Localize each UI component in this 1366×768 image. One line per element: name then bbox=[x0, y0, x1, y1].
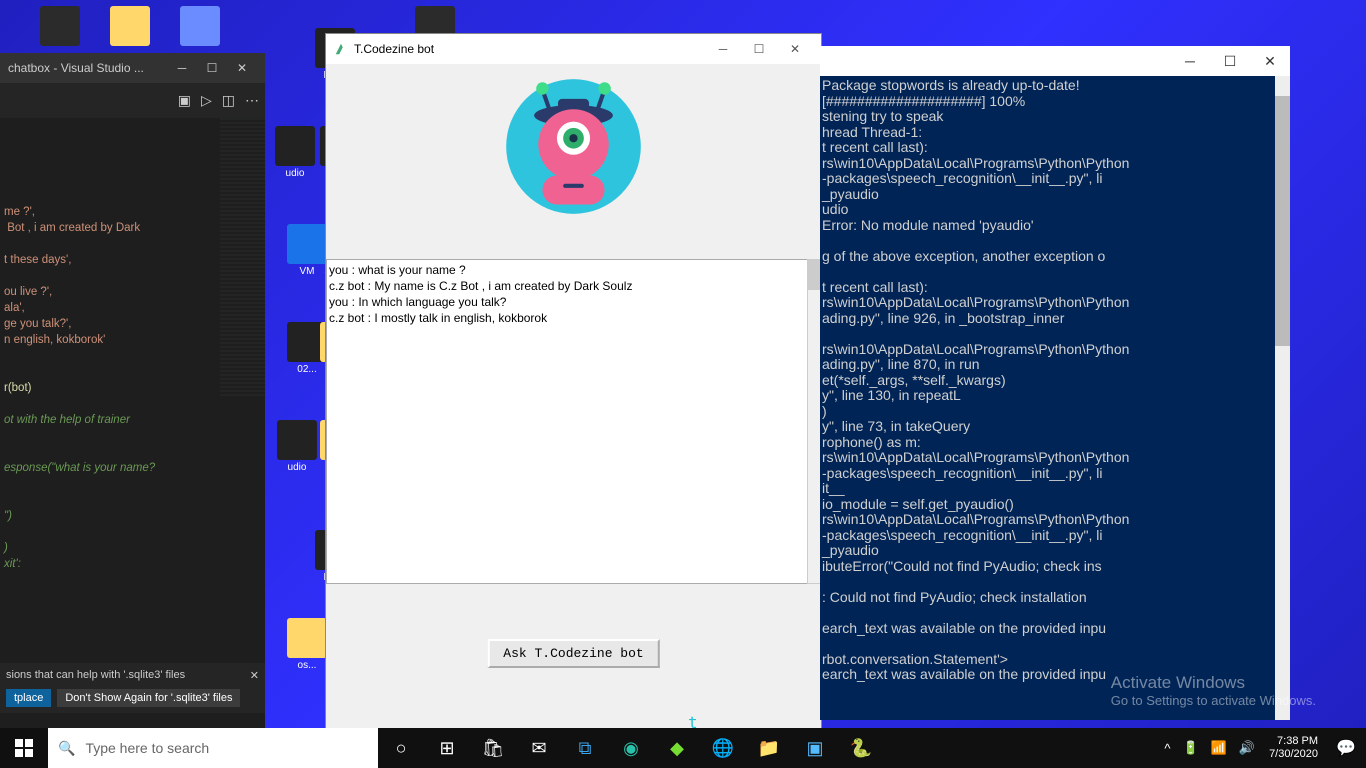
maximize-button[interactable]: ☐ bbox=[741, 42, 777, 56]
dont-show-again-button[interactable]: Don't Show Again for '.sqlite3' files bbox=[57, 689, 240, 707]
vscode-title-text: chatbox - Visual Studio ... bbox=[8, 61, 167, 75]
chatbot-titlebar[interactable]: T.Codezine bot ─ ☐ ✕ bbox=[326, 34, 821, 64]
system-tray[interactable]: ^ 🔋 📶 🔊 7:38 PM 7/30/2020 💬 bbox=[1158, 728, 1366, 768]
chrome-icon[interactable]: 🌐 bbox=[700, 728, 746, 768]
robot-image bbox=[501, 74, 646, 219]
desktop-icon[interactable] bbox=[30, 6, 90, 48]
minimize-button[interactable]: ─ bbox=[705, 42, 741, 56]
vscode-taskbar-icon[interactable]: ⧉ bbox=[562, 728, 608, 768]
close-button[interactable]: ✕ bbox=[777, 42, 813, 56]
search-icon: 🔍 bbox=[58, 740, 75, 757]
more-icon[interactable]: ⋯ bbox=[245, 92, 259, 109]
vscode-notification: ✕ sions that can help with '.sqlite3' fi… bbox=[0, 663, 265, 713]
android-studio-icon[interactable]: ◆ bbox=[654, 728, 700, 768]
desktop-icon[interactable] bbox=[170, 6, 230, 48]
battery-icon[interactable]: 🔋 bbox=[1177, 740, 1205, 756]
start-button[interactable] bbox=[0, 728, 48, 768]
mail-icon[interactable]: ✉ bbox=[516, 728, 562, 768]
python-icon[interactable]: 🐍 bbox=[838, 728, 884, 768]
close-button[interactable]: ✕ bbox=[227, 61, 257, 75]
tray-chevron-icon[interactable]: ^ bbox=[1158, 741, 1176, 756]
wifi-icon[interactable]: 📶 bbox=[1205, 740, 1233, 756]
maximize-button[interactable]: ☐ bbox=[1210, 53, 1250, 70]
terminal-window[interactable]: ─ ☐ ✕ Package stopwords is already up-to… bbox=[820, 46, 1290, 720]
chat-line: you : what is your name ? bbox=[329, 262, 806, 278]
powershell-icon[interactable]: ▣ bbox=[792, 728, 838, 768]
maximize-button[interactable]: ☐ bbox=[197, 61, 227, 75]
cortana-icon[interactable]: ○ bbox=[378, 728, 424, 768]
chat-line: c.z bot : I mostly talk in english, kokb… bbox=[329, 310, 806, 326]
notification-text: sions that can help with '.sqlite3' file… bbox=[6, 669, 259, 681]
watermark-sub: Go to Settings to activate Windows. bbox=[1111, 693, 1316, 708]
chatbot-title-text: T.Codezine bot bbox=[354, 42, 705, 56]
vscode-tab-actions: ▣ ▷ ◫ ⋯ bbox=[0, 83, 265, 118]
chat-line: you : In which language you talk? bbox=[329, 294, 806, 310]
volume-icon[interactable]: 🔊 bbox=[1233, 740, 1261, 756]
terminal-output[interactable]: Package stopwords is already up-to-date!… bbox=[820, 76, 1290, 685]
store-icon[interactable]: 🛍 bbox=[470, 728, 516, 768]
split-editor-icon[interactable]: ◫ bbox=[222, 92, 235, 109]
activate-windows-watermark: Activate Windows Go to Settings to activ… bbox=[1111, 673, 1316, 708]
action-center-icon[interactable]: 💬 bbox=[1326, 738, 1366, 758]
chat-scrollbar[interactable] bbox=[807, 259, 821, 584]
clock-date: 7/30/2020 bbox=[1269, 748, 1318, 761]
taskbar[interactable]: 🔍 Type here to search ○ ⊞ 🛍 ✉ ⧉ ◉ ◆ 🌐 📁 … bbox=[0, 728, 1366, 768]
taskbar-clock[interactable]: 7:38 PM 7/30/2020 bbox=[1261, 735, 1326, 761]
chat-log[interactable]: you : what is your name ?c.z bot : My na… bbox=[326, 259, 809, 584]
windows-icon bbox=[15, 739, 33, 757]
watermark-title: Activate Windows bbox=[1111, 673, 1316, 693]
terminal-scrollbar[interactable] bbox=[1275, 76, 1290, 720]
chat-line: c.z bot : My name is C.z Bot , i am crea… bbox=[329, 278, 806, 294]
close-button[interactable]: ✕ bbox=[1250, 53, 1290, 70]
minimize-button[interactable]: ─ bbox=[167, 61, 197, 75]
toggle-panel-icon[interactable]: ▣ bbox=[178, 92, 191, 109]
minimize-button[interactable]: ─ bbox=[1170, 53, 1210, 69]
notification-close-icon[interactable]: ✕ bbox=[250, 669, 259, 682]
taskbar-search[interactable]: 🔍 Type here to search bbox=[48, 728, 378, 768]
vscode-window[interactable]: chatbox - Visual Studio ... ─ ☐ ✕ ▣ ▷ ◫ … bbox=[0, 53, 265, 733]
minimap[interactable] bbox=[220, 118, 265, 398]
desktop-icon[interactable] bbox=[100, 6, 160, 48]
clock-time: 7:38 PM bbox=[1269, 735, 1318, 748]
marketplace-button[interactable]: tplace bbox=[6, 689, 51, 707]
vscode-titlebar[interactable]: chatbox - Visual Studio ... ─ ☐ ✕ bbox=[0, 53, 265, 83]
task-view-icon[interactable]: ⊞ bbox=[424, 728, 470, 768]
search-placeholder: Type here to search bbox=[85, 740, 209, 756]
terminal-titlebar[interactable]: ─ ☐ ✕ bbox=[820, 46, 1290, 76]
edge-icon[interactable]: ◉ bbox=[608, 728, 654, 768]
run-icon[interactable]: ▷ bbox=[201, 92, 212, 109]
ask-button[interactable]: Ask T.Codezine bot bbox=[487, 639, 659, 668]
explorer-icon[interactable]: 📁 bbox=[746, 728, 792, 768]
chatbot-window[interactable]: T.Codezine bot ─ ☐ ✕ you : what is your … bbox=[325, 33, 822, 733]
tk-feather-icon bbox=[334, 42, 348, 56]
